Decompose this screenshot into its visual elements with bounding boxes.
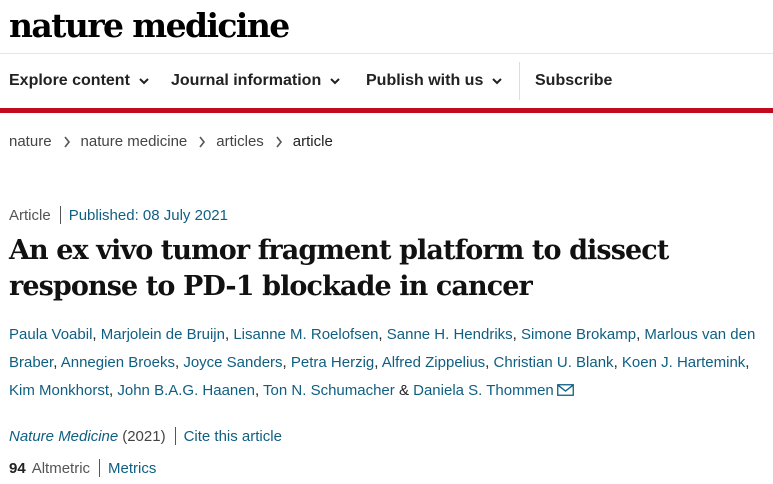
author-link[interactable]: Simone Brokamp <box>521 326 636 343</box>
author-link[interactable]: John B.A.G. Haanen <box>117 382 255 399</box>
author-separator: , <box>485 354 494 371</box>
site-logo[interactable]: nature medicine <box>9 4 290 48</box>
cite-divider <box>174 427 176 445</box>
author-link[interactable]: Daniela S. Thommen <box>413 382 554 399</box>
author-separator: , <box>512 326 522 343</box>
nav-publish-with-us[interactable]: Publish with us <box>366 62 504 100</box>
author-link[interactable]: Koen J. Hartemink <box>622 354 745 371</box>
author-separator: , <box>745 354 750 371</box>
nav-explore-content[interactable]: Explore content <box>9 62 151 100</box>
article-meta: Article Published: 08 July 2021 <box>9 205 228 225</box>
author-link[interactable]: Ton N. Schumacher <box>263 382 395 399</box>
article-title: An ex vivo tumor fragment platform to di… <box>9 235 669 302</box>
author-separator: , <box>374 354 382 371</box>
chevron-right-icon <box>199 136 206 147</box>
logo-text[interactable]: nature medicine <box>9 4 290 48</box>
citation-line: Nature Medicine (2021) Cite this article <box>9 425 282 447</box>
chevron-down-icon <box>330 78 340 85</box>
chevron-right-icon <box>276 136 282 147</box>
metrics-line: 94 Altmetric Metrics <box>9 457 156 479</box>
nav-explore-content-label: Explore content <box>9 72 130 89</box>
mail-icon[interactable] <box>556 384 574 396</box>
breadcrumb-article: article <box>292 133 333 150</box>
author-separator: , <box>92 326 101 343</box>
meta-divider <box>59 206 61 224</box>
nav-journal-information-label: Journal information <box>171 72 322 89</box>
chevron-right-icon <box>63 136 70 147</box>
author-link[interactable]: Petra Herzig <box>291 354 374 371</box>
subscribe-link[interactable]: Subscribe <box>535 62 612 100</box>
breadcrumb-nature[interactable]: nature <box>9 133 52 150</box>
published-date: Published: 08 July 2021 <box>68 206 228 224</box>
article-type: Article <box>9 206 51 224</box>
metrics-link[interactable]: Metrics <box>108 460 156 477</box>
author-link[interactable]: Kim Monkhorst <box>9 382 109 399</box>
metrics-divider <box>99 459 101 477</box>
journal-name[interactable]: Nature Medicine <box>9 428 118 445</box>
author-link[interactable]: Joyce Sanders <box>183 354 282 371</box>
breadcrumb: nature nature medicine articles article <box>9 133 333 150</box>
author-link[interactable]: Marjolein de Bruijn <box>101 326 225 343</box>
main-nav: Explore content Journal information Publ… <box>0 62 773 100</box>
author-separator: , <box>613 354 622 371</box>
author-link[interactable]: Sanne H. Hendriks <box>387 326 513 343</box>
subscribe-label: Subscribe <box>535 72 613 89</box>
brand-accent-bar <box>0 108 773 113</box>
altmetric-label: Altmetric <box>31 459 91 477</box>
nav-publish-with-us-label: Publish with us <box>366 72 484 89</box>
nav-journal-information[interactable]: Journal information <box>171 62 342 100</box>
author-link[interactable]: Christian U. Blank <box>494 354 614 371</box>
author-link[interactable]: Annegien Broeks <box>61 354 175 371</box>
author-separator: & <box>394 382 414 399</box>
publication-year: (2021) <box>122 427 166 445</box>
author-link[interactable]: Lisanne M. Roelofsen <box>233 326 378 343</box>
chevron-down-icon <box>139 78 149 85</box>
nav-divider <box>519 62 520 100</box>
author-link[interactable]: Paula Voabil <box>9 326 92 343</box>
author-separator: , <box>378 326 387 343</box>
author-separator: , <box>282 354 291 371</box>
author-separator: , <box>53 354 61 371</box>
author-link[interactable]: Alfred Zippelius <box>382 354 485 371</box>
cite-this-article-link[interactable]: Cite this article <box>184 428 282 445</box>
breadcrumb-nature-medicine[interactable]: nature medicine <box>81 133 188 150</box>
breadcrumb-articles[interactable]: articles <box>216 133 264 150</box>
altmetric-score: 94 <box>9 459 26 477</box>
header-divider <box>0 53 773 54</box>
author-list: Paula Voabil, Marjolein de Bruijn, Lisan… <box>9 321 769 405</box>
chevron-down-icon <box>492 78 503 85</box>
author-separator: , <box>254 382 264 399</box>
